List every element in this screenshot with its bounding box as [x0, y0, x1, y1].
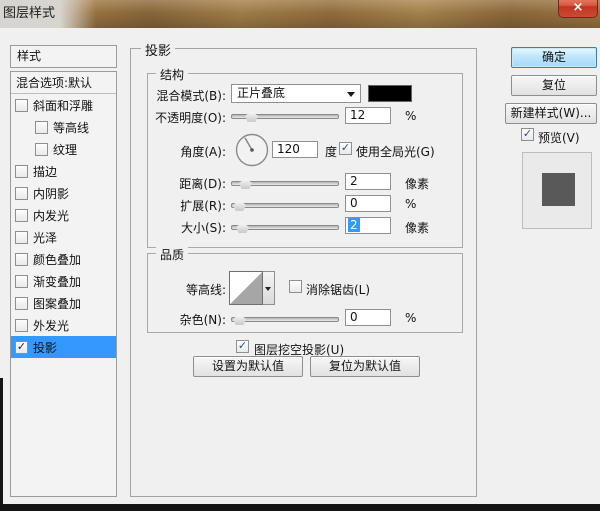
sidebar-item-gradient-overlay[interactable]: ✓ 渐变叠加: [11, 270, 116, 292]
noise-unit: %: [405, 311, 417, 325]
title-bar: 图层样式: [0, 0, 600, 28]
pattern-overlay-checkbox[interactable]: ✓: [15, 296, 28, 310]
contour-picker-label: 等高线:: [185, 283, 226, 297]
preview-label: 预览(V): [538, 131, 580, 145]
sidebar-item-label: 渐变叠加: [33, 274, 82, 289]
spread-slider[interactable]: [231, 203, 339, 208]
antialias-checkbox[interactable]: ✓: [289, 280, 302, 293]
opacity-input[interactable]: 12: [345, 107, 391, 124]
close-icon: ×: [572, 0, 584, 15]
inner-glow-checkbox[interactable]: ✓: [15, 208, 28, 222]
sidebar-item-bevel-emboss[interactable]: ✓ 斜面和浮雕: [11, 94, 116, 116]
sidebar-item-inner-shadow[interactable]: ✓ 内阴影: [11, 182, 116, 204]
sidebar-item-label: 光泽: [33, 230, 58, 245]
sidebar-item-outer-glow[interactable]: ✓ 外发光: [11, 314, 116, 336]
sidebar-item-label: 描边: [33, 164, 58, 179]
knockout-checkbox[interactable]: ✓: [236, 340, 249, 353]
ok-button[interactable]: 确定: [511, 47, 597, 68]
window-bottom-edge: [0, 504, 600, 511]
outer-glow-checkbox[interactable]: ✓: [15, 318, 28, 332]
reset-button[interactable]: 复位: [511, 75, 597, 96]
angle-label: 角度(A):: [180, 145, 226, 159]
panel-title: 投影: [141, 40, 176, 59]
sidebar-item-label: 纹理: [53, 142, 78, 157]
stroke-checkbox[interactable]: ✓: [15, 164, 28, 178]
selected-text: 2: [348, 218, 360, 232]
shadow-color-swatch[interactable]: [368, 85, 412, 102]
chevron-down-icon: [347, 92, 355, 97]
sidebar-item-color-overlay[interactable]: ✓ 颜色叠加: [11, 248, 116, 270]
contour-checkbox[interactable]: ✓: [35, 120, 48, 134]
satin-checkbox[interactable]: ✓: [15, 230, 28, 244]
sidebar-item-pattern-overlay[interactable]: ✓ 图案叠加: [11, 292, 116, 314]
distance-label: 距离(D):: [179, 177, 226, 191]
sidebar-item-label: 等高线: [53, 120, 90, 135]
sidebar-item-stroke[interactable]: ✓ 描边: [11, 160, 116, 182]
quality-group-title: 品质: [156, 246, 189, 263]
sidebar-item-label: 颜色叠加: [33, 252, 82, 267]
blending-options-label: 混合选项:默认: [16, 76, 93, 90]
angle-unit: 度: [325, 145, 338, 159]
noise-label: 杂色(N):: [179, 313, 226, 327]
blend-mode-value: 正片叠底: [237, 86, 286, 100]
drop-shadow-checkbox[interactable]: ✓: [15, 340, 28, 354]
bevel-emboss-checkbox[interactable]: ✓: [15, 98, 28, 112]
sidebar-item-label: 内发光: [33, 208, 70, 223]
gradient-overlay-checkbox[interactable]: ✓: [15, 274, 28, 288]
noise-input[interactable]: 0: [345, 309, 391, 326]
global-light-checkbox[interactable]: ✓: [339, 142, 352, 155]
close-button[interactable]: ×: [558, 0, 598, 18]
preview-thumbnail: [522, 152, 592, 229]
reset-default-button[interactable]: 复位为默认值: [310, 356, 420, 377]
preview-checkbox[interactable]: ✓: [521, 128, 534, 141]
opacity-label: 不透明度(O):: [155, 111, 226, 125]
sidebar-effects-list: 混合选项:默认 ✓ 斜面和浮雕 ✓ 等高线 ✓ 纹理 ✓ 描边 ✓ 内阴影 ✓ …: [10, 71, 117, 497]
contour-picker[interactable]: [229, 271, 263, 305]
sidebar-item-blending-options[interactable]: 混合选项:默认: [11, 72, 116, 94]
size-unit: 像素: [405, 221, 430, 235]
set-default-button[interactable]: 设置为默认值: [193, 356, 303, 377]
sidebar-item-inner-glow[interactable]: ✓ 内发光: [11, 204, 116, 226]
size-input[interactable]: 2: [345, 217, 391, 234]
size-label: 大小(S):: [180, 221, 226, 235]
texture-checkbox[interactable]: ✓: [35, 142, 48, 156]
sidebar-item-texture[interactable]: ✓ 纹理: [11, 138, 116, 160]
spread-input[interactable]: 0: [345, 195, 391, 212]
preview-shadow-square: [542, 173, 575, 206]
sidebar-item-satin[interactable]: ✓ 光泽: [11, 226, 116, 248]
noise-slider[interactable]: [231, 317, 339, 322]
window-left-edge: [0, 378, 3, 504]
contour-picker-arrow[interactable]: [263, 271, 275, 305]
blend-mode-select[interactable]: 正片叠底: [231, 84, 361, 103]
structure-group-title: 结构: [156, 66, 189, 83]
spread-label: 扩展(R):: [180, 199, 226, 213]
angle-dial[interactable]: [234, 132, 270, 168]
opacity-unit: %: [405, 109, 417, 123]
sidebar-item-label: 内阴影: [33, 186, 70, 201]
inner-shadow-checkbox[interactable]: ✓: [15, 186, 28, 200]
antialias-label: 消除锯齿(L): [306, 283, 371, 297]
angle-input[interactable]: 120: [272, 141, 318, 158]
blend-mode-label: 混合模式(B):: [156, 89, 226, 103]
new-style-button[interactable]: 新建样式(W)...: [505, 103, 597, 124]
distance-input[interactable]: 2: [345, 173, 391, 190]
styles-header-label: 样式: [17, 49, 42, 63]
distance-unit: 像素: [405, 177, 430, 191]
window-title: 图层样式: [3, 6, 56, 21]
sidebar-item-label: 斜面和浮雕: [33, 98, 94, 113]
sidebar-item-label: 图案叠加: [33, 296, 82, 311]
color-overlay-checkbox[interactable]: ✓: [15, 252, 28, 266]
sidebar-item-drop-shadow[interactable]: ✓ 投影: [11, 336, 116, 358]
sidebar-styles-header[interactable]: 样式: [10, 45, 117, 68]
global-light-label: 使用全局光(G): [356, 145, 435, 159]
sidebar-item-contour[interactable]: ✓ 等高线: [11, 116, 116, 138]
sidebar-item-label: 投影: [33, 340, 58, 355]
sidebar-item-label: 外发光: [33, 318, 70, 333]
spread-unit: %: [405, 197, 417, 211]
